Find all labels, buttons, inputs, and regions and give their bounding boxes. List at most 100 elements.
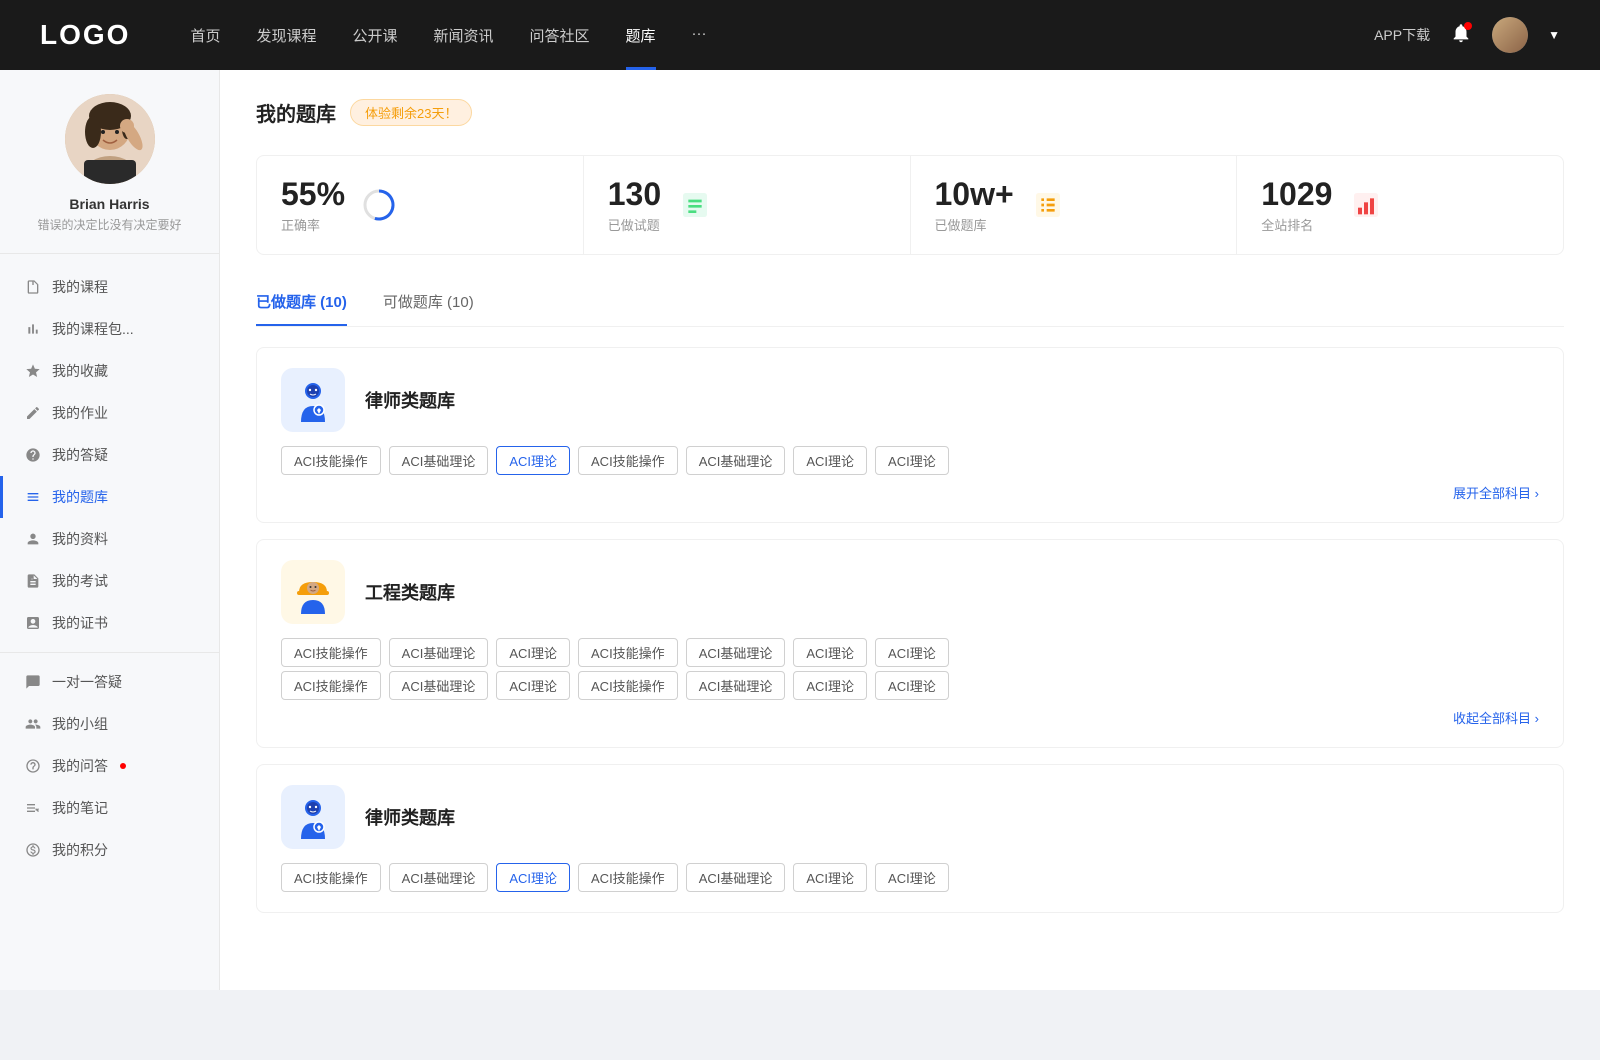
nav-courses[interactable]: 发现课程 bbox=[256, 25, 316, 46]
tag-3-5[interactable]: ACI理论 bbox=[793, 863, 867, 892]
lawyer-icon-svg bbox=[291, 378, 335, 422]
tag-2-0[interactable]: ACI技能操作 bbox=[281, 638, 381, 667]
doc-green-icon bbox=[679, 189, 711, 221]
tag-2-1[interactable]: ACI基础理论 bbox=[389, 638, 489, 667]
stat-banks-icon bbox=[1030, 187, 1066, 223]
tag-1-2[interactable]: ACI理论 bbox=[496, 446, 570, 475]
bank-name-2: 工程类题库 bbox=[365, 579, 455, 605]
bank-card-1: 律师类题库 ACI技能操作 ACI基础理论 ACI理论 ACI技能操作 ACI基… bbox=[256, 347, 1564, 523]
tag-1-1[interactable]: ACI基础理论 bbox=[389, 446, 489, 475]
bank-title-1: 律师类题库 bbox=[365, 387, 455, 413]
avatar-dropdown-arrow[interactable]: ▼ bbox=[1548, 28, 1560, 42]
tag-2-r2-1[interactable]: ACI基础理论 bbox=[389, 671, 489, 700]
bank-tags-1: ACI技能操作 ACI基础理论 ACI理论 ACI技能操作 ACI基础理论 AC… bbox=[281, 446, 1539, 475]
stat-questions-done: 130 已做试题 bbox=[584, 156, 911, 254]
grid-icon bbox=[24, 488, 42, 506]
tag-2-r2-3[interactable]: ACI技能操作 bbox=[578, 671, 678, 700]
sidebar-item-my-courses[interactable]: 我的课程 bbox=[0, 266, 219, 308]
sidebar-label-my-profile: 我的资料 bbox=[52, 529, 108, 549]
tag-3-0[interactable]: ACI技能操作 bbox=[281, 863, 381, 892]
user-icon bbox=[24, 530, 42, 548]
stat-rank-value: 1029 bbox=[1261, 176, 1332, 213]
nav-news[interactable]: 新闻资讯 bbox=[434, 25, 494, 46]
sidebar-label-my-questions: 我的问答 bbox=[52, 756, 108, 776]
tag-1-5[interactable]: ACI理论 bbox=[793, 446, 867, 475]
tag-2-3[interactable]: ACI技能操作 bbox=[578, 638, 678, 667]
question-circle-icon bbox=[24, 446, 42, 464]
sidebar-item-my-profile[interactable]: 我的资料 bbox=[0, 518, 219, 560]
tag-1-4[interactable]: ACI基础理论 bbox=[686, 446, 786, 475]
profile-name: Brian Harris bbox=[20, 196, 199, 212]
tag-2-r2-5[interactable]: ACI理论 bbox=[793, 671, 867, 700]
nav-more[interactable]: ··· bbox=[692, 25, 707, 46]
tag-3-3[interactable]: ACI技能操作 bbox=[578, 863, 678, 892]
nav-home[interactable]: 首页 bbox=[190, 25, 220, 46]
sidebar-item-my-notes[interactable]: 我的笔记 bbox=[0, 787, 219, 829]
engineer-icon-svg bbox=[291, 570, 335, 614]
sidebar-item-certificate[interactable]: 我的证书 bbox=[0, 602, 219, 644]
bank-card-3-header: 律师类题库 bbox=[281, 785, 1539, 849]
expand-bank-1[interactable]: 展开全部科目 › bbox=[281, 483, 1539, 502]
nav-open-course[interactable]: 公开课 bbox=[352, 25, 397, 46]
tab-available[interactable]: 可做题库 (10) bbox=[383, 283, 474, 326]
tag-2-2[interactable]: ACI理论 bbox=[496, 638, 570, 667]
chart-bar-icon bbox=[24, 320, 42, 338]
tag-3-2[interactable]: ACI理论 bbox=[496, 863, 570, 892]
note-icon bbox=[24, 799, 42, 817]
bar-red-icon bbox=[1350, 189, 1382, 221]
tag-2-r2-2[interactable]: ACI理论 bbox=[496, 671, 570, 700]
tag-3-4[interactable]: ACI基础理论 bbox=[686, 863, 786, 892]
tag-2-5[interactable]: ACI理论 bbox=[793, 638, 867, 667]
tag-2-6[interactable]: ACI理论 bbox=[875, 638, 949, 667]
avatar[interactable] bbox=[1492, 17, 1528, 53]
sidebar-item-my-questions[interactable]: 我的问答 bbox=[0, 745, 219, 787]
stat-banks-value: 10w+ bbox=[935, 176, 1014, 213]
tag-1-3[interactable]: ACI技能操作 bbox=[578, 446, 678, 475]
sidebar-label-my-points: 我的积分 bbox=[52, 840, 108, 860]
stat-questions-icon bbox=[677, 187, 713, 223]
tag-2-4[interactable]: ACI基础理论 bbox=[686, 638, 786, 667]
cert-icon bbox=[24, 614, 42, 632]
profile-avatar bbox=[65, 94, 155, 184]
stat-accuracy: 55% 正确率 bbox=[257, 156, 584, 254]
tag-3-6[interactable]: ACI理论 bbox=[875, 863, 949, 892]
sidebar-label-one-on-one: 一对一答疑 bbox=[52, 672, 122, 692]
tag-2-r2-0[interactable]: ACI技能操作 bbox=[281, 671, 381, 700]
sidebar-item-course-package[interactable]: 我的课程包... bbox=[0, 308, 219, 350]
stat-rank: 1029 全站排名 bbox=[1237, 156, 1563, 254]
stat-questions-info: 130 已做试题 bbox=[608, 176, 661, 234]
sidebar-item-question-bank[interactable]: 我的题库 bbox=[0, 476, 219, 518]
sidebar-label-question-bank: 我的题库 bbox=[52, 487, 108, 507]
sidebar-label-course-package: 我的课程包... bbox=[52, 319, 134, 339]
sidebar-item-my-qa[interactable]: 我的答疑 bbox=[0, 434, 219, 476]
tab-done[interactable]: 已做题库 (10) bbox=[256, 283, 347, 326]
tag-3-1[interactable]: ACI基础理论 bbox=[389, 863, 489, 892]
bank-name-3: 律师类题库 bbox=[365, 804, 455, 830]
bank-title-3: 律师类题库 bbox=[365, 804, 455, 830]
tag-1-6[interactable]: ACI理论 bbox=[875, 446, 949, 475]
tag-2-r2-6[interactable]: ACI理论 bbox=[875, 671, 949, 700]
tag-2-r2-4[interactable]: ACI基础理论 bbox=[686, 671, 786, 700]
sidebar-item-favorites[interactable]: 我的收藏 bbox=[0, 350, 219, 392]
nav-question-bank[interactable]: 题库 bbox=[626, 25, 656, 46]
stat-accuracy-info: 55% 正确率 bbox=[281, 176, 345, 234]
notification-bell[interactable] bbox=[1450, 22, 1472, 49]
bank-icon-lawyer-3 bbox=[281, 785, 345, 849]
stats-row: 55% 正确率 130 已做试题 bbox=[256, 155, 1564, 255]
sidebar-item-my-group[interactable]: 我的小组 bbox=[0, 703, 219, 745]
bank-card-1-header: 律师类题库 bbox=[281, 368, 1539, 432]
collapse-bank-2[interactable]: 收起全部科目 › bbox=[281, 708, 1539, 727]
lawyer-icon-svg-3 bbox=[291, 795, 335, 839]
logo[interactable]: LOGO bbox=[40, 19, 130, 51]
sidebar-item-my-points[interactable]: 我的积分 bbox=[0, 829, 219, 871]
tag-1-0[interactable]: ACI技能操作 bbox=[281, 446, 381, 475]
nav-qa[interactable]: 问答社区 bbox=[530, 25, 590, 46]
sidebar-item-homework[interactable]: 我的作业 bbox=[0, 392, 219, 434]
sidebar-item-my-exam[interactable]: 我的考试 bbox=[0, 560, 219, 602]
sidebar-item-one-on-one[interactable]: 一对一答疑 bbox=[0, 661, 219, 703]
sidebar: Brian Harris 错误的决定比没有决定要好 我的课程 我的课程包... bbox=[0, 70, 220, 990]
sidebar-label-my-notes: 我的笔记 bbox=[52, 798, 108, 818]
pie-chart-icon bbox=[361, 187, 397, 223]
app-download-button[interactable]: APP下载 bbox=[1374, 25, 1430, 45]
sidebar-label-my-courses: 我的课程 bbox=[52, 277, 108, 297]
